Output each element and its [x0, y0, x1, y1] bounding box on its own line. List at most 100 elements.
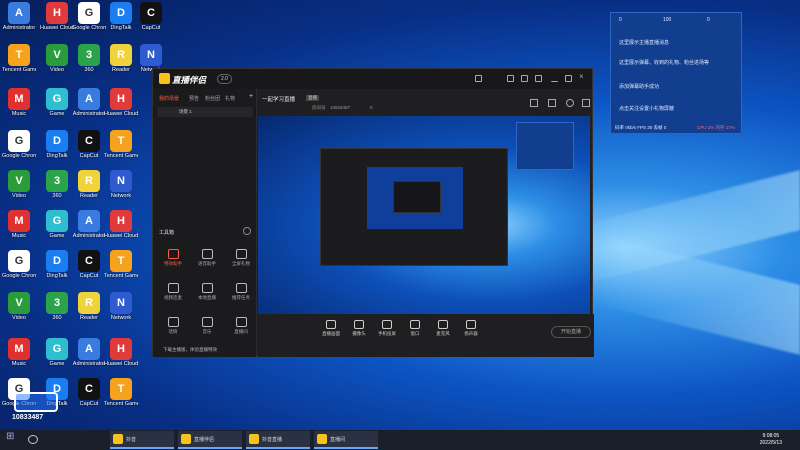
- desktop-icon[interactable]: DDingTalk: [40, 130, 74, 159]
- desktop-icon[interactable]: M Music: [2, 88, 36, 117]
- tab-scenes[interactable]: 我的场景: [159, 95, 179, 102]
- tool-item[interactable]: 直播间: [227, 317, 255, 335]
- message-1: 这里展示主播直播消息: [619, 40, 670, 46]
- minimize-icon[interactable]: [551, 75, 558, 82]
- tab-fans[interactable]: 粉丝团: [205, 95, 220, 102]
- icon-label: 360: [84, 67, 94, 73]
- mail-icon[interactable]: [535, 75, 542, 82]
- task-icon: [181, 434, 191, 444]
- desktop-icon[interactable]: M Music: [2, 210, 36, 239]
- start-icon[interactable]: ⊞: [6, 431, 18, 445]
- control-icon: [466, 320, 476, 329]
- tool-label: 语音助手: [198, 261, 216, 266]
- desktop-icon[interactable]: R Reader: [72, 170, 106, 199]
- desktop-icon[interactable]: A Administrator: [72, 210, 106, 239]
- desktop-icon[interactable]: N Network: [104, 292, 138, 321]
- desktop-icon[interactable]: R Reader: [72, 292, 106, 321]
- tool-item[interactable]: 特效助手: [159, 249, 187, 267]
- desktop-icon[interactable]: 3 360: [72, 44, 106, 73]
- desktop-icon[interactable]: GGoogle Chrome: [2, 250, 36, 279]
- gift-icon[interactable]: [530, 99, 538, 107]
- stream-preview[interactable]: [258, 116, 590, 314]
- desktop-icon[interactable]: H Huawei Cloud: [104, 338, 138, 367]
- taskbar-task[interactable]: 直播伴侣: [178, 431, 242, 449]
- tool-item[interactable]: 本地直播: [193, 283, 221, 301]
- tool-item[interactable]: 视频连麦: [159, 283, 187, 301]
- desktop-icon[interactable]: C CapCut: [72, 250, 106, 279]
- control-button[interactable]: 窗口: [402, 320, 428, 337]
- icon-label: Game: [49, 361, 65, 367]
- layout-icon[interactable]: [582, 99, 590, 107]
- live-companion-window: 直播伴侣 2.0 × 我的场景 预告 粉丝团 礼物 + 场景 1 工具箱 特效助…: [152, 68, 594, 357]
- desktop-icon[interactable]: TTencent Games: [104, 130, 138, 159]
- settings-icon[interactable]: [243, 227, 251, 235]
- desktop-icon[interactable]: 3 360: [40, 170, 74, 199]
- app-icon: N: [140, 44, 162, 66]
- icon-label: Game: [49, 111, 65, 117]
- desktop-icon[interactable]: A Administrator: [2, 2, 36, 31]
- control-button[interactable]: 手机投屏: [374, 320, 400, 337]
- tool-item[interactable]: 推荐任务: [227, 283, 255, 301]
- desktop-icon[interactable]: 3 360: [40, 292, 74, 321]
- share-icon[interactable]: [548, 99, 556, 107]
- nested-window-inner: [393, 181, 441, 213]
- desktop-icon[interactable]: DDingTalk: [104, 2, 138, 31]
- add-scene-icon[interactable]: +: [249, 93, 253, 100]
- desktop-icon[interactable]: TTencent Games: [2, 44, 36, 73]
- bell-icon[interactable]: [566, 99, 574, 107]
- close-icon[interactable]: ×: [579, 72, 586, 81]
- desktop-icon[interactable]: H Huawei Cloud: [104, 210, 138, 239]
- start-live-button[interactable]: 开始直播: [551, 326, 591, 338]
- taskbar-task[interactable]: 抖音: [110, 431, 174, 449]
- desktop-icon[interactable]: C CapCut: [134, 2, 168, 31]
- watermark-text: 10833487: [12, 414, 44, 421]
- control-button[interactable]: 摄像头: [346, 320, 372, 337]
- desktop-icon[interactable]: GGoogle Chrome: [2, 130, 36, 159]
- clock-date: 2022/5/13: [759, 440, 782, 446]
- taskbar-task[interactable]: 直播间: [314, 431, 378, 449]
- tab-preview[interactable]: 预告: [189, 95, 199, 102]
- app-icon: H: [46, 2, 68, 24]
- icon-label: DingTalk: [110, 25, 132, 31]
- sidebar: 我的场景 预告 粉丝团 礼物 + 场景 1 工具箱 特效助手 语音助手 全屏礼物 视频…: [153, 89, 257, 357]
- monitor-icon[interactable]: [507, 75, 514, 82]
- desktop-icon[interactable]: C CapCut: [72, 130, 106, 159]
- scene-row[interactable]: 场景 1: [157, 107, 253, 117]
- desktop-icon[interactable]: C CapCut: [72, 378, 106, 407]
- desktop-icon[interactable]: H Huawei Cloud: [104, 88, 138, 117]
- tool-item[interactable]: 话筒: [159, 317, 187, 335]
- task-label: 抖音直播: [262, 436, 283, 443]
- desktop-icon[interactable]: A Administrator: [72, 338, 106, 367]
- desktop-icon[interactable]: G Game: [40, 338, 74, 367]
- search-icon[interactable]: [28, 435, 38, 444]
- desktop-icon[interactable]: V Video: [2, 170, 36, 199]
- tool-item[interactable]: 语音助手: [193, 249, 221, 267]
- desktop-icon[interactable]: TTencent Games: [104, 250, 138, 279]
- desktop-icon[interactable]: R Reader: [104, 44, 138, 73]
- desktop-icon[interactable]: DDingTalk: [40, 250, 74, 279]
- desktop-icon[interactable]: G Game: [40, 88, 74, 117]
- task-label: 抖音: [126, 436, 137, 443]
- app-icon: N: [110, 170, 132, 192]
- desktop-icon[interactable]: V Video: [40, 44, 74, 73]
- desktop-icon[interactable]: TTencent Games: [104, 378, 138, 407]
- system-clock[interactable]: 9:08:05 2022/5/13: [760, 433, 782, 447]
- tool-item[interactable]: 全屏礼物: [227, 249, 255, 267]
- control-button[interactable]: 扬声器: [458, 320, 484, 337]
- message-icon[interactable]: [521, 75, 528, 82]
- taskbar-task[interactable]: 抖音直播: [246, 431, 310, 449]
- control-button[interactable]: 麦克风: [430, 320, 456, 337]
- tab-gifts[interactable]: 礼物: [225, 95, 235, 102]
- desktop-icon[interactable]: H Huawei Cloud: [40, 2, 74, 31]
- desktop-icon[interactable]: V Video: [2, 292, 36, 321]
- desktop-icon[interactable]: A Administrator: [72, 88, 106, 117]
- desktop-icon[interactable]: GGoogle Chrome: [72, 2, 106, 31]
- controller-icon[interactable]: [475, 75, 482, 82]
- desktop-icon[interactable]: N Network: [104, 170, 138, 199]
- desktop-icon[interactable]: M Music: [2, 338, 36, 367]
- control-button[interactable]: 直播画面: [318, 320, 344, 337]
- maximize-icon[interactable]: [565, 75, 572, 82]
- control-label: 手机投屏: [378, 331, 396, 336]
- tool-item[interactable]: 音乐: [193, 317, 221, 335]
- desktop-icon[interactable]: G Game: [40, 210, 74, 239]
